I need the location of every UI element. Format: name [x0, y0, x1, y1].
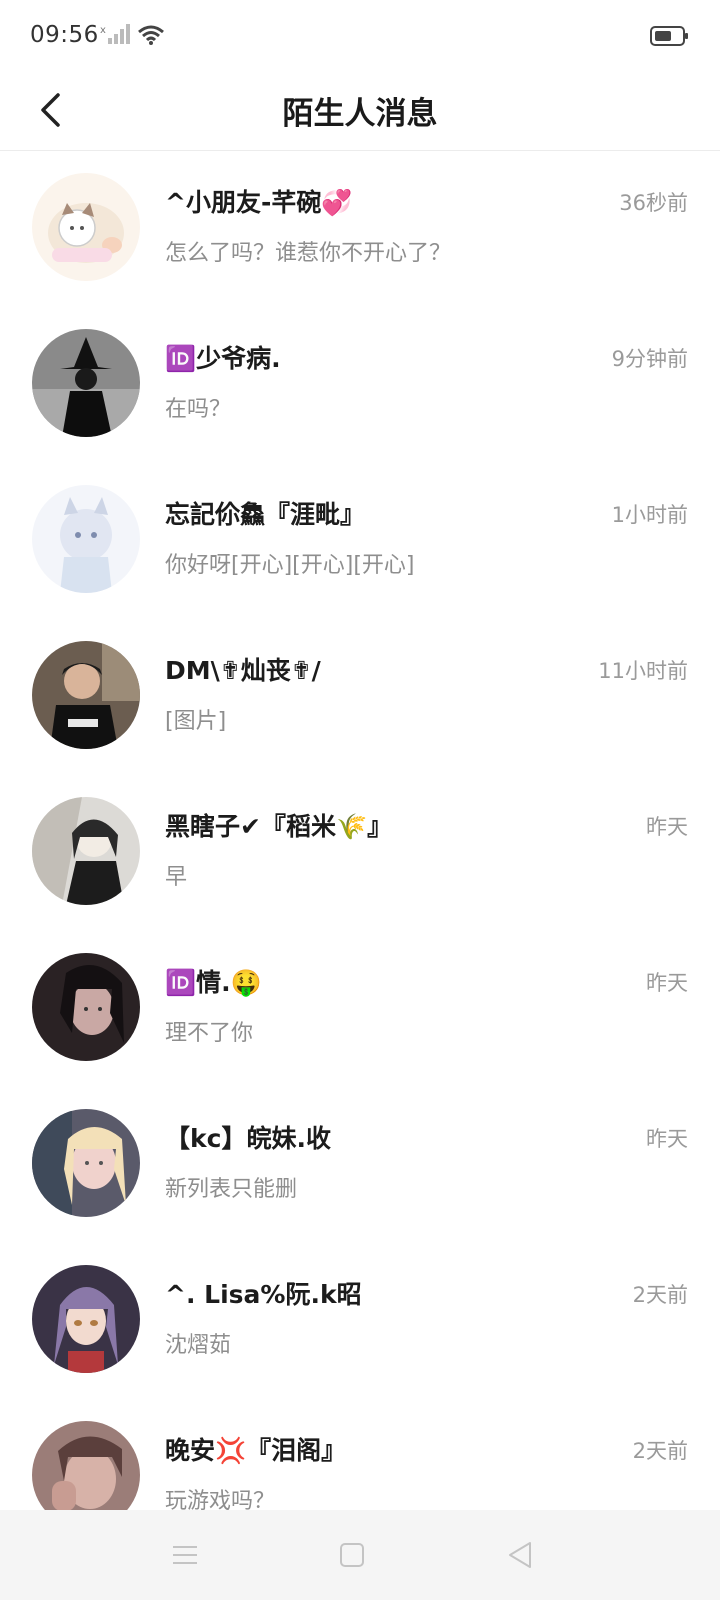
back-nav-button[interactable]	[500, 1535, 540, 1575]
message-time: 昨天	[646, 971, 688, 995]
contact-name: 晚安💢『泪阁』	[165, 1436, 347, 1465]
message-time: 1小时前	[611, 503, 688, 527]
menu-button[interactable]	[165, 1535, 205, 1575]
header: 陌生人消息	[0, 72, 720, 151]
contact-name: 🆔情.🤑	[165, 968, 262, 997]
message-time: 2天前	[632, 1283, 688, 1307]
battery-icon	[650, 25, 690, 51]
contact-name: ^小朋友-芊碗💞	[165, 188, 353, 217]
status-time: 09:56	[30, 22, 99, 48]
message-row[interactable]: ^小朋友-芊碗💞 36秒前 怎么了吗？谁惹你不开心了？	[0, 151, 720, 307]
message-preview: 沈熠茹	[165, 1333, 232, 1358]
message-row[interactable]: ^. Lisa%阮.k昭 2天前 沈熠茹	[0, 1243, 720, 1399]
message-row[interactable]: 晚安💢『泪阁』 2天前 玩游戏吗？	[0, 1399, 720, 1511]
back-triangle-icon	[509, 1542, 531, 1568]
contact-name: 🆔少爷病.	[165, 344, 281, 373]
contact-name: 忘記伱鱻『涯毗』	[165, 500, 366, 529]
wifi-icon	[137, 24, 165, 50]
contact-name: 黑瞎子✔『稻米🌾』	[165, 812, 393, 841]
message-time: 昨天	[646, 1127, 688, 1151]
menu-icon	[173, 1546, 197, 1564]
avatar	[32, 485, 140, 593]
message-row[interactable]: 忘記伱鱻『涯毗』 1小时前 你好呀[开心][开心][开心]	[0, 463, 720, 619]
message-time: 11小时前	[598, 659, 688, 683]
avatar	[32, 329, 140, 437]
contact-name: 【kc】皖妹.收	[165, 1124, 331, 1153]
message-time: 2天前	[632, 1439, 688, 1463]
message-time: 36秒前	[619, 191, 688, 215]
message-preview: 玩游戏吗？	[165, 1489, 276, 1511]
contact-name: ^. Lisa%阮.k昭	[165, 1280, 362, 1309]
avatar	[32, 953, 140, 1061]
message-preview: 在吗？	[165, 397, 232, 422]
message-row[interactable]: 🆔情.🤑 昨天 理不了你	[0, 931, 720, 1087]
home-square-icon	[340, 1543, 364, 1567]
svg-text:x: x	[100, 25, 106, 36]
avatar	[32, 1109, 140, 1217]
message-preview: 怎么了吗？谁惹你不开心了？	[165, 241, 452, 266]
message-time: 昨天	[646, 815, 688, 839]
status-bar: 09:56 x	[0, 0, 720, 72]
message-list: ^小朋友-芊碗💞 36秒前 怎么了吗？谁惹你不开心了？ 🆔少爷病. 9分钟前 在…	[0, 151, 720, 1511]
avatar	[32, 173, 140, 281]
message-row[interactable]: 黑瞎子✔『稻米🌾』 昨天 早	[0, 775, 720, 931]
message-row[interactable]: 🆔少爷病. 9分钟前 在吗？	[0, 307, 720, 463]
avatar	[32, 1265, 140, 1373]
message-row[interactable]: 【kc】皖妹.收 昨天 新列表只能删	[0, 1087, 720, 1243]
message-preview: 新列表只能删	[165, 1177, 298, 1202]
message-preview: 理不了你	[165, 1021, 254, 1046]
message-preview: 你好呀[开心][开心][开心]	[165, 553, 415, 578]
avatar	[32, 1421, 140, 1511]
avatar	[32, 641, 140, 749]
contact-name: DM\✟灿丧✟/	[165, 656, 321, 685]
message-preview: 早	[165, 865, 188, 890]
avatar	[32, 797, 140, 905]
page-title: 陌生人消息	[282, 96, 438, 132]
message-preview: [图片]	[165, 709, 227, 734]
home-button[interactable]	[332, 1535, 372, 1575]
message-time: 9分钟前	[611, 347, 688, 371]
system-navigation-bar	[0, 1510, 720, 1600]
signal-icon: x	[100, 24, 130, 50]
message-row[interactable]: DM\✟灿丧✟/ 11小时前 [图片]	[0, 619, 720, 775]
